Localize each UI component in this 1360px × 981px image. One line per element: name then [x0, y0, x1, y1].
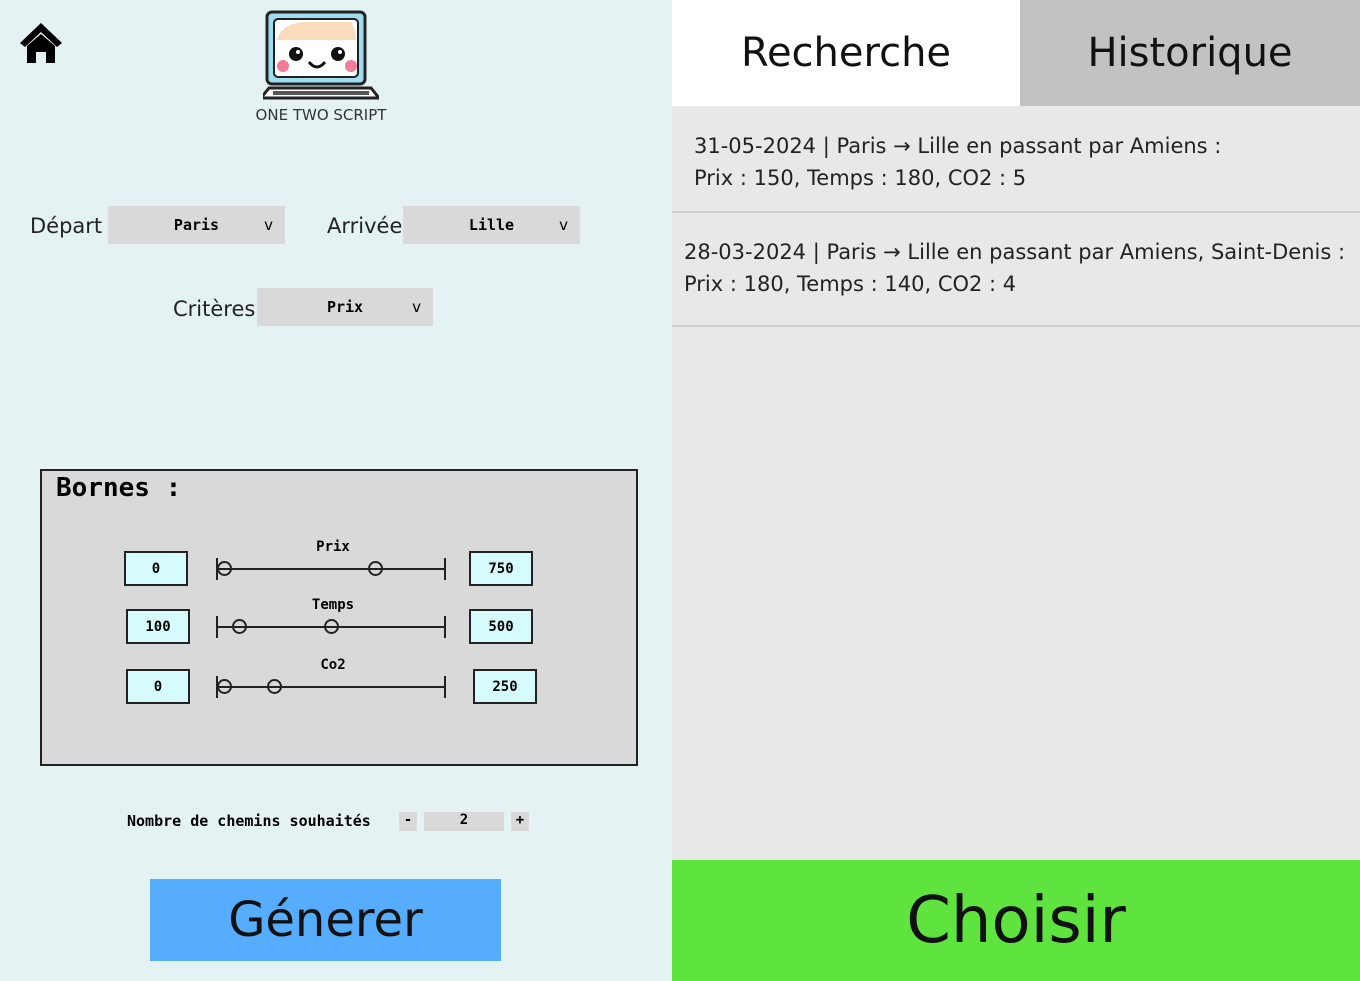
min-input[interactable]: 100 [126, 609, 190, 644]
slider-handle[interactable] [324, 619, 339, 634]
slider-label: Temps [311, 597, 355, 613]
laptop-mascot-icon [257, 10, 383, 100]
slider-label: Co2 [320, 657, 346, 673]
max-input[interactable]: 500 [469, 609, 533, 644]
generate-button[interactable]: Génerer [150, 879, 501, 961]
arrivee-value: Lille [468, 216, 515, 234]
tab-historique[interactable]: Historique [1020, 0, 1360, 106]
arrivee-select[interactable]: Lille v [403, 206, 580, 244]
history-item[interactable]: 28-03-2024 | Paris → Lille en passant pa… [672, 236, 1360, 327]
criteres-label: Critères [173, 297, 256, 321]
min-input[interactable]: 0 [126, 669, 190, 704]
range-slider[interactable] [216, 616, 446, 638]
min-input[interactable]: 0 [124, 551, 188, 586]
home-icon[interactable] [18, 20, 64, 68]
slider-label: Prix [316, 539, 350, 555]
chevron-down-icon: v [412, 298, 421, 316]
criteres-select[interactable]: Prix v [257, 288, 433, 326]
slider-end [444, 676, 446, 698]
chevron-down-icon: v [264, 216, 273, 234]
depart-label: Départ [30, 214, 103, 238]
slider-handle[interactable] [367, 561, 383, 576]
slider-handle[interactable] [217, 561, 233, 576]
increment-button[interactable]: + [511, 812, 529, 831]
counter-label: Nombre de chemins souhaités [127, 812, 371, 830]
slider-end [216, 616, 218, 638]
range-slider[interactable] [216, 676, 446, 698]
tab-recherche[interactable]: Recherche [672, 0, 1020, 106]
depart-select[interactable]: Paris v [108, 206, 285, 244]
criteres-value: Prix [326, 298, 364, 316]
choose-button[interactable]: Choisir [672, 860, 1360, 981]
logo: ONE TWO SCRIPT [246, 10, 396, 124]
history-item-stats: Prix : 180, Temps : 140, CO2 : 4 [684, 272, 1017, 296]
max-input[interactable]: 250 [473, 669, 537, 704]
search-panel: ONE TWO SCRIPT Départ Paris v Arrivée Li… [0, 0, 672, 981]
slider-end [444, 558, 446, 580]
logo-text: ONE TWO SCRIPT [255, 106, 387, 124]
path-count-input[interactable]: 2 [424, 812, 504, 831]
history-item-title: 31-05-2024 | Paris → Lille en passant pa… [694, 134, 1222, 158]
range-slider[interactable] [216, 558, 446, 580]
decrement-button[interactable]: - [399, 812, 417, 831]
depart-value: Paris [173, 216, 220, 234]
arrivee-label: Arrivée [327, 214, 403, 238]
results-panel: Recherche Historique 31-05-2024 | Paris … [672, 0, 1360, 981]
slider-handle[interactable] [266, 679, 282, 694]
slider-handle[interactable] [232, 619, 247, 634]
chevron-down-icon: v [559, 216, 568, 234]
slider-end [444, 616, 446, 638]
history-item-stats: Prix : 150, Temps : 180, CO2 : 5 [694, 166, 1027, 190]
slider-handle[interactable] [217, 679, 233, 694]
history-item[interactable]: 31-05-2024 | Paris → Lille en passant pa… [672, 130, 1360, 213]
bornes-title: Bornes : [56, 473, 182, 503]
history-item-title: 28-03-2024 | Paris → Lille en passant pa… [684, 240, 1346, 264]
max-input[interactable]: 750 [469, 551, 533, 586]
